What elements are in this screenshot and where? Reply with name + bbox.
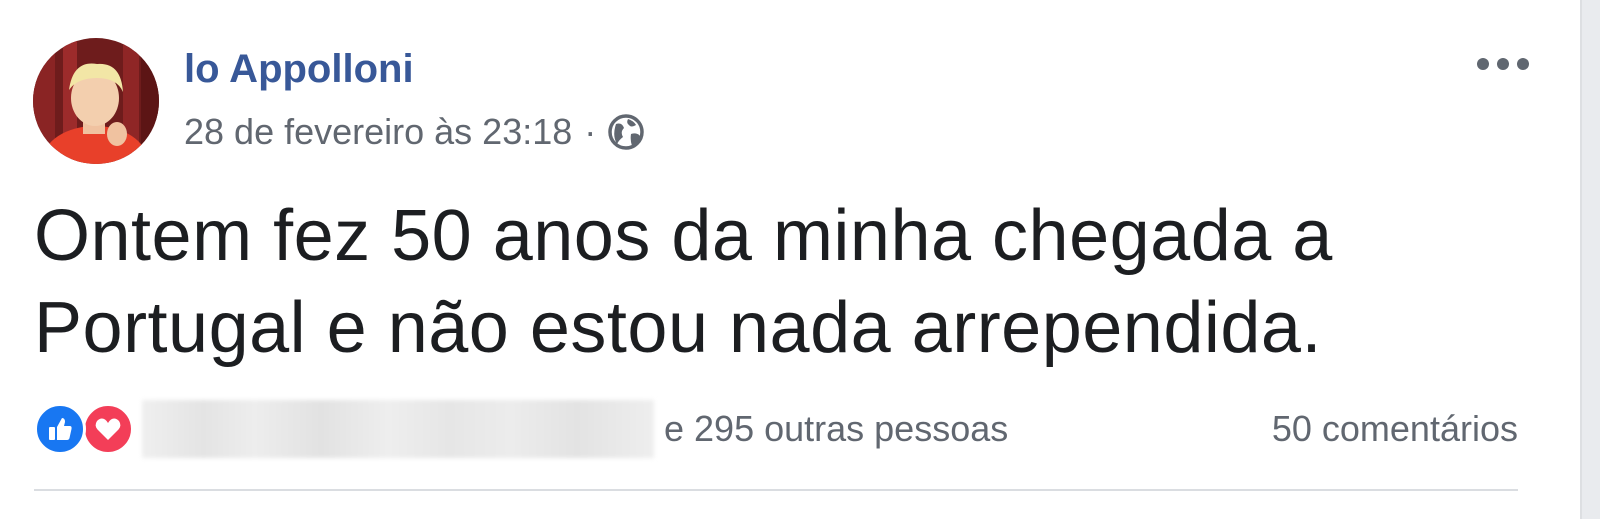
ellipsis-icon: [1477, 58, 1529, 70]
reaction-icons[interactable]: [34, 403, 134, 455]
author-avatar[interactable]: [33, 38, 159, 164]
meta-separator: ·: [584, 111, 597, 152]
post-text-line-1: Ontem fez 50 anos da minha chegada a: [34, 196, 1333, 276]
reactions-divider: [34, 489, 1518, 491]
author-name-link[interactable]: lo Appolloni: [184, 45, 414, 93]
post-timestamp-link[interactable]: 28 de fevereiro às 23:18: [184, 111, 572, 153]
post-card: lo Appolloni 28 de fevereiro às 23:18 · …: [0, 0, 1582, 519]
post-text-line-2: Portugal e não estou nada arrependida.: [34, 288, 1322, 368]
reactions-bar: e 295 outras pessoas 50 comentários: [34, 398, 1518, 460]
like-icon: [34, 403, 86, 455]
love-icon: [82, 403, 134, 455]
post-body: Ontem fez 50 anos da minha chegada a Por…: [34, 190, 1534, 374]
reaction-count-link[interactable]: e 295 outras pessoas: [664, 408, 1008, 450]
comments-count-link[interactable]: 50 comentários: [1272, 408, 1518, 450]
globe-icon[interactable]: [606, 112, 646, 152]
more-options-button[interactable]: [1472, 44, 1534, 84]
post-meta: 28 de fevereiro às 23:18 ·: [184, 110, 646, 154]
blurred-reactor-names[interactable]: [142, 400, 654, 458]
